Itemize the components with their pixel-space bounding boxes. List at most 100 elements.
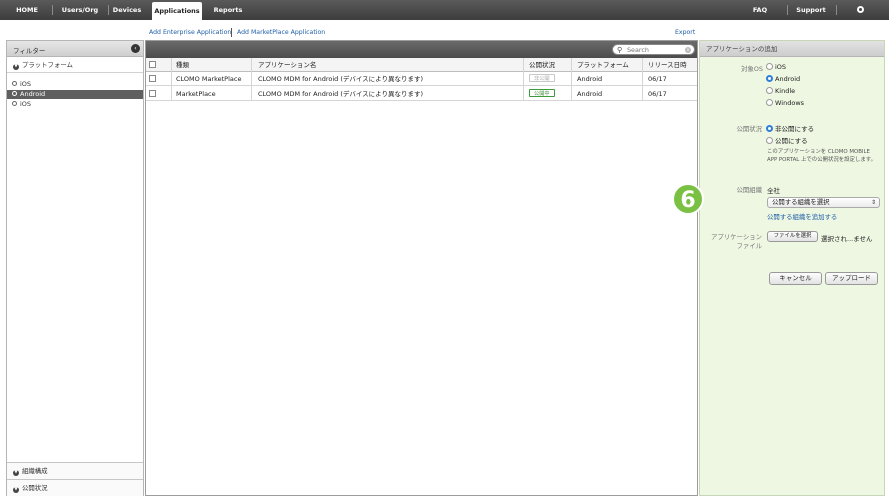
nav-separator	[108, 5, 109, 15]
publish-label: 公開状況	[736, 125, 762, 133]
add-org-link[interactable]: 公開する組織を追加する	[767, 212, 837, 221]
column-divider	[571, 58, 572, 100]
nav-home[interactable]: HOME	[8, 0, 46, 20]
os-option-android[interactable]: Android	[766, 75, 800, 83]
row-checkbox[interactable]	[149, 90, 156, 97]
step-number-badge: 6	[672, 183, 704, 215]
platform-item-label: iOS	[20, 100, 32, 108]
nav-devices[interactable]: Devices	[111, 0, 143, 20]
os-option-label: Kindle	[775, 87, 796, 95]
platform-item-android[interactable]: Android	[7, 90, 143, 99]
org-select[interactable]: 公開する組織を選択 ⇕	[767, 197, 880, 208]
row-type: CLOMO MarketPlace	[176, 75, 242, 83]
column-divider	[171, 58, 172, 100]
list-toolbar: ⚲ ✕	[146, 41, 697, 58]
chevron-down-icon: ▼	[13, 64, 19, 70]
collapse-left-icon[interactable]: ‹	[131, 44, 140, 53]
select-all-checkbox[interactable]	[149, 61, 156, 68]
status-section-header[interactable]: ▼ 公開状況	[7, 479, 143, 496]
col-release-date[interactable]: リリース日時	[648, 58, 687, 72]
radio-icon	[766, 63, 773, 70]
file-label-line1: アプリケーション	[711, 233, 762, 241]
row-release-date: 06/17	[648, 75, 667, 83]
nav-faq[interactable]: FAQ	[747, 0, 773, 20]
add-panel-title: アプリケーションの追加	[700, 41, 884, 57]
platform-item-label: Android	[20, 90, 46, 98]
status-section-label: 公開状況	[22, 484, 48, 492]
row-type: MarketPlace	[176, 90, 216, 98]
column-divider	[523, 58, 524, 100]
org-section-label: 組織構成	[22, 467, 48, 475]
gear-icon	[857, 6, 864, 13]
col-platform[interactable]: プラットフォーム	[577, 58, 629, 72]
top-nav: HOME Users/Org Devices Applications Repo…	[0, 0, 889, 34]
publish-option-label: 非公開にする	[775, 125, 815, 133]
add-enterprise-link[interactable]: Add Enterprise Application	[149, 29, 231, 36]
table-row[interactable]: CLOMO MarketPlace CLOMO MDM for Android …	[146, 72, 697, 86]
clear-search-icon[interactable]: ✕	[685, 47, 691, 53]
add-application-panel: アプリケーションの追加	[699, 40, 885, 496]
nav-users-org[interactable]: Users/Org	[56, 0, 104, 20]
org-section-header[interactable]: ▼ 組織構成	[7, 462, 143, 479]
platform-item-ios-2[interactable]: iOS	[7, 100, 143, 109]
platform-item-label: iOS	[20, 80, 32, 88]
upload-button[interactable]: アップロード	[825, 272, 878, 285]
row-app-name: CLOMO MDM for Android (デバイスにより異なります)	[258, 90, 424, 98]
os-option-windows[interactable]: Windows	[766, 99, 804, 107]
radio-icon	[766, 99, 773, 106]
export-link[interactable]: Export	[675, 29, 695, 36]
cancel-button[interactable]: キャンセル	[769, 272, 822, 285]
nav-applications[interactable]: Applications	[152, 2, 202, 20]
file-label-line2: ファイル	[736, 242, 762, 250]
status-cell: 非公開	[529, 72, 555, 86]
link-separator	[231, 28, 232, 37]
table-row[interactable]: MarketPlace CLOMO MDM for Android (デバイスに…	[146, 87, 697, 101]
row-platform: Android	[577, 75, 603, 83]
search-input[interactable]	[627, 45, 682, 54]
nav-reports[interactable]: Reports	[210, 0, 246, 20]
org-select-value: 公開する組織を選択	[772, 198, 830, 206]
status-cell: 公開中	[529, 87, 555, 101]
file-status: 選択され...ません	[821, 235, 873, 243]
row-app-name: CLOMO MDM for Android (デバイスにより異なります)	[258, 75, 424, 83]
publish-option-label: 公開にする	[775, 137, 808, 145]
os-option-kindle[interactable]: Kindle	[766, 87, 795, 95]
nav-separator	[52, 5, 53, 15]
application-list-panel: ⚲ ✕ 種類 アプリケーション名 公開状況 プラットフォーム リリース日時 CL…	[145, 40, 698, 496]
radio-icon	[766, 87, 773, 94]
column-divider	[642, 58, 643, 100]
choose-file-button[interactable]: ファイルを選択	[767, 231, 818, 242]
os-option-label: Windows	[775, 99, 805, 107]
radio-icon	[12, 101, 17, 106]
col-status[interactable]: 公開状況	[529, 58, 555, 72]
nav-settings[interactable]: Settings	[842, 0, 882, 34]
os-option-label: Android	[775, 75, 801, 83]
dropdown-arrow-icon: ⇕	[870, 199, 876, 206]
publish-note: このアプリケーションを CLOMO MOBILE APP PORTAL 上での公…	[767, 149, 876, 163]
nav-separator	[836, 5, 837, 15]
row-checkbox[interactable]	[149, 75, 156, 82]
chevron-down-icon: ▼	[13, 487, 19, 493]
col-type[interactable]: 種類	[176, 58, 189, 72]
filter-panel: フィルター ‹ ▼ プラットフォーム iOS Android iOS ▼ 組織構成 …	[6, 40, 144, 496]
row-release-date: 06/17	[648, 90, 667, 98]
column-divider	[251, 58, 252, 100]
platform-section-label: プラットフォーム	[22, 61, 73, 69]
row-platform: Android	[577, 90, 603, 98]
publish-option-private[interactable]: 非公開にする	[766, 123, 814, 133]
col-app-name[interactable]: アプリケーション名	[258, 58, 316, 72]
publish-option-public[interactable]: 公開にする	[766, 135, 808, 145]
add-marketplace-link[interactable]: Add MarketPlace Application	[237, 29, 325, 36]
radio-icon	[12, 91, 17, 96]
radio-selected-icon	[766, 75, 773, 82]
filter-header: フィルター ‹	[7, 41, 143, 57]
platform-section-header[interactable]: ▼ プラットフォーム	[7, 58, 143, 73]
os-option-label: iOS	[775, 63, 787, 71]
org-value: 全社	[767, 187, 780, 195]
nav-settings-label: Settings	[846, 26, 878, 34]
search-box[interactable]: ⚲ ✕	[612, 44, 695, 55]
nav-support[interactable]: Support	[794, 0, 828, 20]
platform-item-ios[interactable]: iOS	[7, 80, 143, 89]
os-option-ios[interactable]: iOS	[766, 63, 786, 71]
radio-icon	[12, 81, 17, 86]
